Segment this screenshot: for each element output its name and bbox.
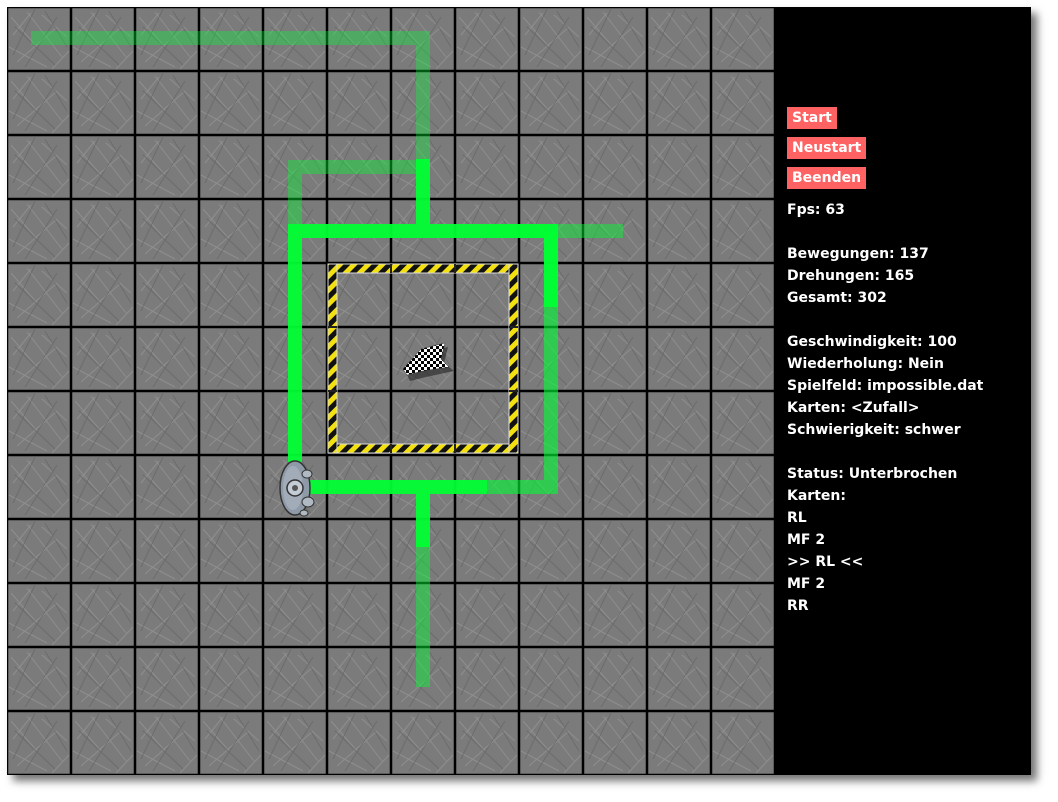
difficulty-setting: Schwierigkeit: schwer xyxy=(787,422,961,438)
card-item: RL xyxy=(787,510,807,526)
cards-mode-setting: Karten: <Zufall> xyxy=(787,400,920,416)
speed-setting: Geschwindigkeit: 100 xyxy=(787,334,957,350)
restart-button[interactable]: Neustart xyxy=(787,137,867,159)
repeat-setting: Wiederholung: Nein xyxy=(787,356,944,372)
total-count: Gesamt: 302 xyxy=(787,290,887,306)
moves-count: Bewegungen: 137 xyxy=(787,246,929,262)
board-setting: Spielfeld: impossible.dat xyxy=(787,378,984,394)
start-button[interactable]: Start xyxy=(787,107,837,129)
fps-readout: Fps: 63 xyxy=(787,202,845,218)
turns-count: Drehungen: 165 xyxy=(787,268,915,284)
card-item: RR xyxy=(787,598,809,614)
quit-button[interactable]: Beenden xyxy=(787,167,867,189)
card-item: MF 2 xyxy=(787,576,826,592)
game-window: Start Neustart Beenden Fps: 63 Bewegunge… xyxy=(7,7,1031,775)
game-board[interactable] xyxy=(7,7,775,775)
cards-label: Karten: xyxy=(787,488,846,504)
status-text: Status: Unterbrochen xyxy=(787,466,958,482)
card-item: MF 2 xyxy=(787,532,826,548)
card-item-current: >> RL << xyxy=(787,554,864,570)
side-panel: Start Neustart Beenden Fps: 63 Bewegunge… xyxy=(787,107,1027,617)
floor-tiles xyxy=(7,7,775,775)
